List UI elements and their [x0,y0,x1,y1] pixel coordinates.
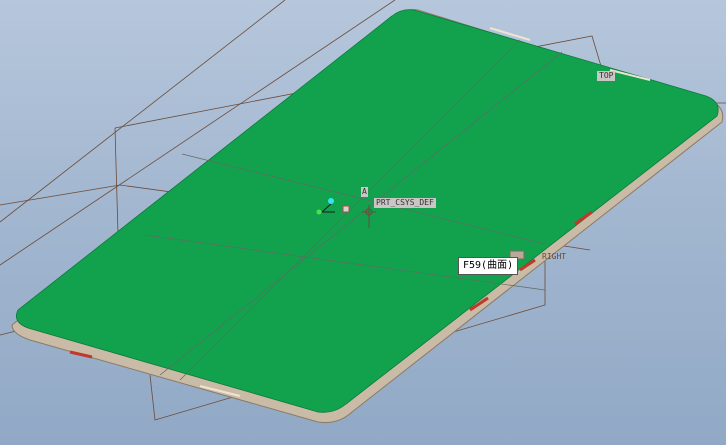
csys-y-endpoint [342,205,350,213]
datum-label-right[interactable]: RIGHT [540,252,568,262]
datum-label-csys[interactable]: PRT_CSYS_DEF [374,198,436,208]
model-viewport[interactable] [0,0,726,445]
csys-z-endpoint [328,198,334,204]
feature-tooltip: F59(曲面) [458,257,519,275]
datum-label-axis-a[interactable]: A [361,187,368,197]
csys-x-endpoint [316,209,322,215]
datum-label-top[interactable]: TOP [597,71,616,81]
